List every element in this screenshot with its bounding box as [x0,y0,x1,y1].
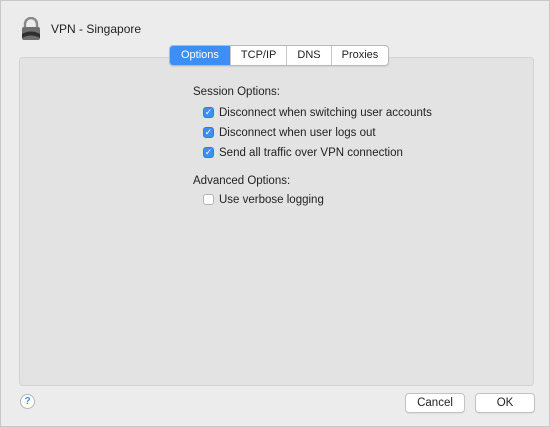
tab-proxies[interactable]: Proxies [330,46,389,65]
option-label: Disconnect when user logs out [219,126,376,139]
option-label: Send all traffic over VPN connection [219,146,403,159]
checkbox-disconnect-logout[interactable]: ✓ [203,127,214,138]
window-header: VPN - Singapore [20,15,141,43]
help-icon[interactable]: ? [20,394,35,409]
option-label: Use verbose logging [219,193,324,206]
session-options-heading: Session Options: [193,86,280,98]
checkbox-disconnect-switching-users[interactable]: ✓ [203,107,214,118]
tab-tcpip[interactable]: TCP/IP [229,46,286,65]
window-title: VPN - Singapore [51,22,142,36]
checkmark-icon: ✓ [204,127,213,137]
checkbox-send-all-traffic[interactable]: ✓ [203,147,214,158]
vpn-settings-window: VPN - Singapore Options TCP/IP DNS Proxi… [0,0,550,427]
option-disconnect-logout[interactable]: ✓ Disconnect when user logs out [203,125,376,140]
ok-button[interactable]: OK [475,393,535,413]
option-verbose-logging[interactable]: Use verbose logging [203,192,324,207]
option-label: Disconnect when switching user accounts [219,106,432,119]
vpn-lock-icon [22,17,40,40]
option-send-all-traffic[interactable]: ✓ Send all traffic over VPN connection [203,145,403,160]
tab-dns[interactable]: DNS [286,46,330,65]
option-disconnect-switching-users[interactable]: ✓ Disconnect when switching user account… [203,105,432,120]
checkbox-verbose-logging[interactable] [203,194,214,205]
tab-bar: Options TCP/IP DNS Proxies [169,45,390,66]
checkmark-icon: ✓ [204,147,213,157]
checkmark-icon: ✓ [204,107,213,117]
cancel-button[interactable]: Cancel [405,393,465,413]
advanced-options-heading: Advanced Options: [193,175,291,187]
tab-options[interactable]: Options [170,46,230,65]
